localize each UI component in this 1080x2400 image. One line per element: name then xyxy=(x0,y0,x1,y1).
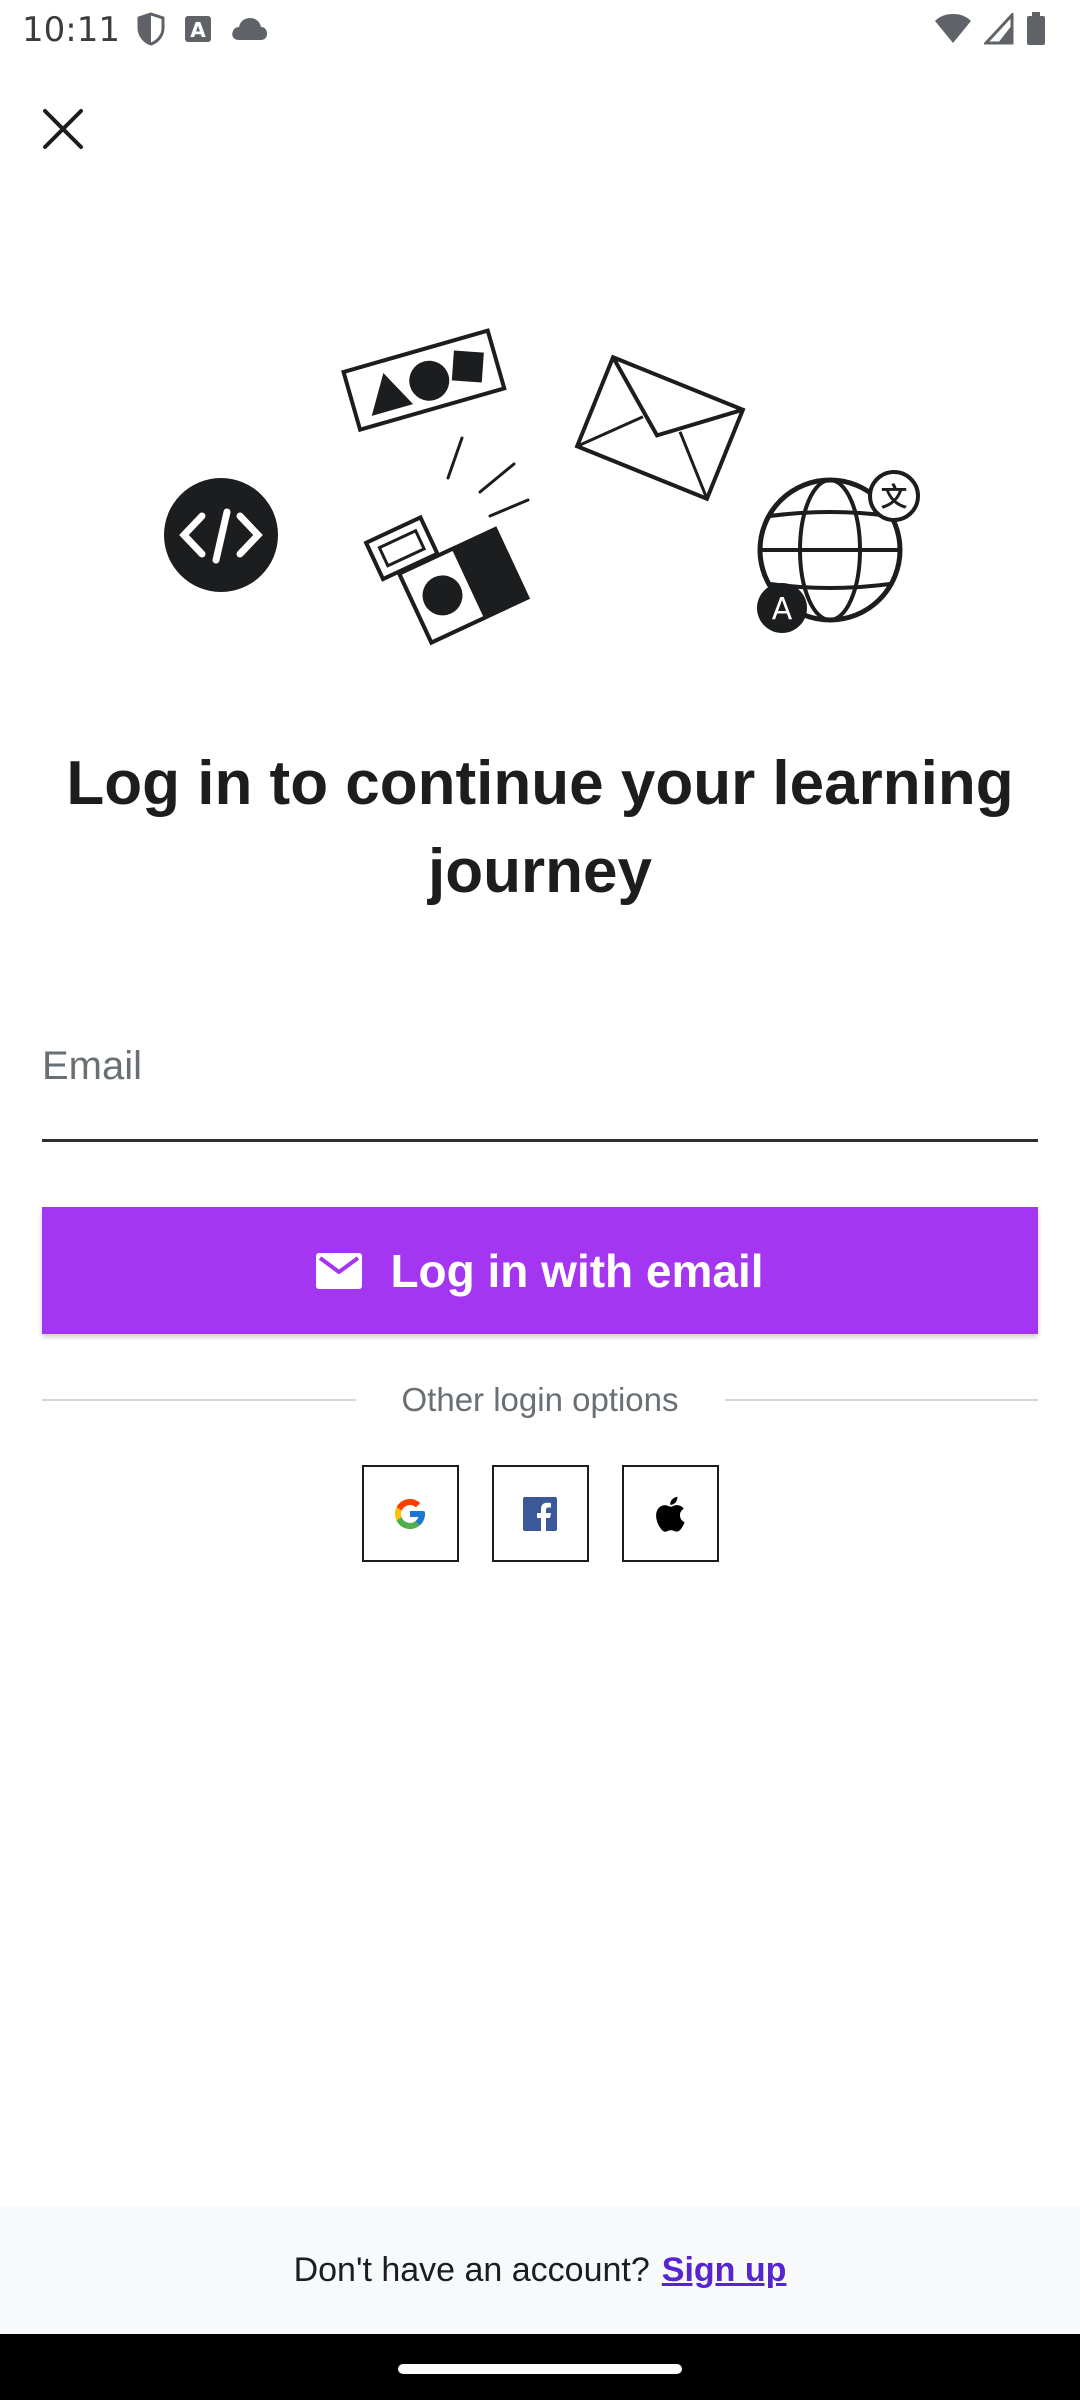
email-field[interactable] xyxy=(42,1030,1038,1142)
status-left-icons: A xyxy=(136,12,268,46)
svg-text:A: A xyxy=(772,592,793,627)
svg-text:A: A xyxy=(190,18,206,42)
google-login-button[interactable] xyxy=(361,1465,459,1562)
wifi-icon xyxy=(935,14,971,43)
close-icon xyxy=(43,109,83,149)
apple-login-button[interactable] xyxy=(621,1465,719,1562)
sparkle-lines xyxy=(446,436,530,518)
status-time: 10:11 xyxy=(22,10,120,50)
learning-illustration: 文 A xyxy=(164,328,920,646)
signup-prompt: Don't have an account? xyxy=(293,2250,650,2289)
signup-link[interactable]: Sign up xyxy=(662,2251,787,2290)
shield-icon xyxy=(137,12,165,46)
status-right-icons xyxy=(934,12,1046,46)
mail-icon xyxy=(316,1252,363,1289)
cloud-icon xyxy=(232,18,267,40)
battery-icon xyxy=(1027,12,1045,45)
page-title: Log in to continue your learning journey xyxy=(66,749,1014,906)
text-a-icon: A xyxy=(185,16,211,42)
facebook-login-button[interactable] xyxy=(491,1465,589,1562)
divider-line-right xyxy=(724,1399,1039,1401)
login-with-email-button[interactable]: Log in with email xyxy=(42,1207,1038,1334)
envelope-icon xyxy=(574,354,746,502)
signal-icon xyxy=(984,13,1014,45)
shapes-card-icon xyxy=(341,328,507,433)
code-icon xyxy=(164,478,278,592)
system-nav-bar xyxy=(0,2334,1080,2400)
other-options-divider: Other login options xyxy=(42,1380,1039,1420)
facebook-icon xyxy=(523,1496,557,1531)
email-input[interactable] xyxy=(42,1030,1038,1139)
camera-icon xyxy=(363,514,531,646)
signup-footer: Don't have an account? Sign up xyxy=(0,2206,1080,2334)
other-login-options-label: Other login options xyxy=(401,1381,679,1418)
social-login-row xyxy=(0,1465,1080,1562)
globe-icon: 文 A xyxy=(757,470,920,633)
svg-text:文: 文 xyxy=(881,482,908,513)
divider-line-left xyxy=(42,1399,356,1401)
close-button[interactable] xyxy=(30,96,96,162)
login-button-label: Log in with email xyxy=(390,1244,764,1297)
apple-icon xyxy=(656,1496,685,1532)
status-bar: 10:11 A xyxy=(0,0,1080,62)
google-icon xyxy=(395,1498,425,1529)
home-gesture-handle[interactable] xyxy=(398,2364,682,2374)
